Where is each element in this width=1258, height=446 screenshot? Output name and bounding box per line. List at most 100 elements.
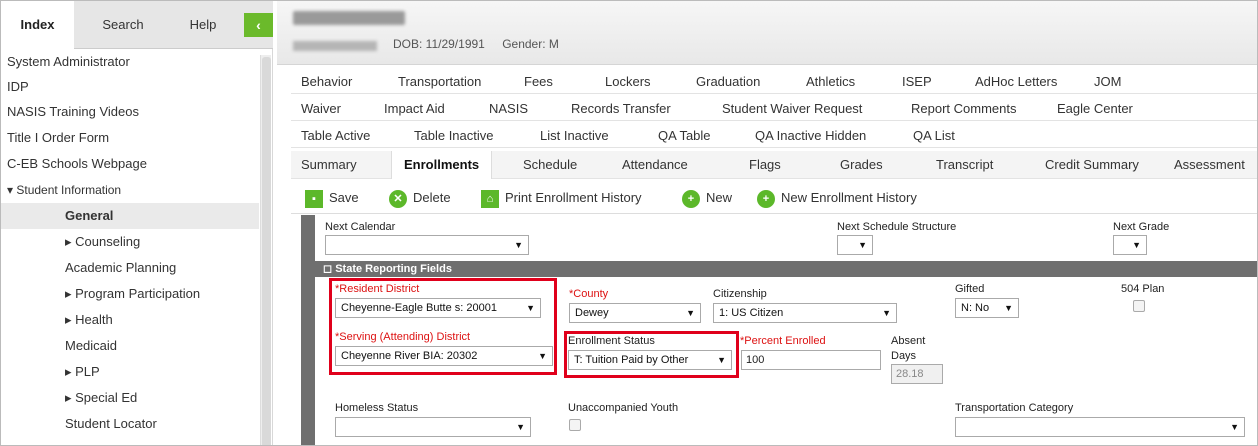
- tab-schedule[interactable]: Schedule: [523, 151, 577, 179]
- sidebar-item-idp[interactable]: IDP: [1, 75, 259, 99]
- percent-enrolled-label: *Percent Enrolled: [740, 335, 826, 347]
- tab-report-comments[interactable]: Report Comments: [911, 96, 1016, 121]
- tab-transcript[interactable]: Transcript: [936, 151, 993, 179]
- tab-qa-table[interactable]: QA Table: [658, 123, 711, 148]
- unaccompanied-youth-checkbox[interactable]: [569, 419, 581, 431]
- student-name-redacted: [293, 11, 405, 25]
- tab-grades[interactable]: Grades: [840, 151, 883, 179]
- next-grade-select[interactable]: ▼: [1113, 235, 1147, 255]
- sidebar-scroll-thumb[interactable]: [262, 57, 271, 445]
- gifted-select[interactable]: N: No ▼: [955, 298, 1019, 318]
- tab-assessment[interactable]: Assessment: [1174, 151, 1245, 179]
- tab-help[interactable]: Help: [173, 1, 233, 49]
- tab-isep[interactable]: ISEP: [902, 69, 932, 94]
- sidebar-scrollbar[interactable]: [260, 55, 271, 445]
- sidebar-nav: System Administrator IDP NASIS Training …: [1, 49, 259, 437]
- student-gender: Gender: M: [502, 37, 559, 51]
- save-icon: ▪: [305, 189, 323, 208]
- homeless-status-select[interactable]: ▼: [335, 417, 531, 437]
- tab-jom[interactable]: JOM: [1094, 69, 1121, 94]
- sidebar-item-program-participation[interactable]: ▸ Program Participation: [1, 281, 259, 307]
- sidebar-item-general[interactable]: General: [1, 203, 259, 229]
- citizenship-select[interactable]: 1: US Citizen ▼: [713, 303, 897, 323]
- next-schedule-structure-select[interactable]: ▼: [837, 235, 873, 255]
- save-label: Save: [329, 190, 359, 205]
- chevron-down-icon: ▼: [516, 422, 525, 432]
- sidebar-item-academic-planning[interactable]: Academic Planning: [1, 255, 259, 281]
- next-calendar-label: Next Calendar: [325, 221, 396, 233]
- tab-qa-inactive-hidden[interactable]: QA Inactive Hidden: [755, 123, 866, 148]
- tab-row-main: Summary Enrollments Schedule Attendance …: [291, 151, 1257, 179]
- tab-fees[interactable]: Fees: [524, 69, 553, 94]
- tab-qa-list[interactable]: QA List: [913, 123, 955, 148]
- form-container: Next Calendar ▼ Next Schedule Structure …: [301, 215, 1257, 445]
- transportation-category-label: Transportation Category: [955, 402, 1074, 414]
- tab-credit-summary[interactable]: Credit Summary: [1045, 151, 1139, 179]
- tab-records-transfer[interactable]: Records Transfer: [571, 96, 671, 121]
- sidebar-item-medicaid[interactable]: Medicaid: [1, 333, 259, 359]
- sidebar-item-title-i-order-form[interactable]: Title I Order Form: [1, 125, 259, 151]
- chevron-down-icon: ▼: [1004, 303, 1013, 313]
- tab-list-inactive[interactable]: List Inactive: [540, 123, 609, 148]
- sidebar: Index Search Help ‹ System Administrator…: [1, 1, 273, 445]
- chevron-down-icon: ▼: [858, 240, 867, 250]
- save-button[interactable]: ▪ Save: [305, 188, 359, 208]
- chevron-down-icon: ▼: [514, 240, 523, 250]
- unaccompanied-youth-label: Unaccompanied Youth: [568, 402, 679, 414]
- sidebar-item-special-ed[interactable]: ▸ Special Ed: [1, 385, 259, 411]
- tab-adhoc-letters[interactable]: AdHoc Letters: [975, 69, 1057, 94]
- student-meta: DOB: 11/29/1991 Gender: M: [393, 37, 573, 51]
- plus-icon: +: [757, 189, 775, 208]
- print-enrollment-history-button[interactable]: ⌂ Print Enrollment History: [481, 188, 642, 208]
- chevron-down-icon: ▼: [882, 308, 891, 318]
- tab-enrollments[interactable]: Enrollments: [391, 151, 493, 179]
- gifted-value: N: No: [961, 302, 990, 314]
- sidebar-item-ceb-schools-webpage[interactable]: C-EB Schools Webpage: [1, 151, 259, 177]
- tab-student-waiver-request[interactable]: Student Waiver Request: [722, 96, 862, 121]
- new-button[interactable]: + New: [682, 188, 732, 208]
- sidebar-item-plp[interactable]: ▸ PLP: [1, 359, 259, 385]
- county-select[interactable]: Dewey ▼: [569, 303, 701, 323]
- new-enrollment-history-label: New Enrollment History: [781, 190, 917, 205]
- tab-nasis[interactable]: NASIS: [489, 96, 528, 121]
- state-reporting-fields-header[interactable]: ◻ State Reporting Fields: [315, 261, 1257, 277]
- student-id-redacted: [293, 41, 377, 51]
- tab-search[interactable]: Search: [91, 1, 155, 49]
- absent-days-field: 28.18: [891, 364, 943, 384]
- percent-enrolled-input[interactable]: 100: [741, 350, 881, 370]
- tab-summary[interactable]: Summary: [301, 151, 357, 179]
- next-calendar-select[interactable]: ▼: [325, 235, 529, 255]
- student-dob: DOB: 11/29/1991: [393, 37, 485, 51]
- absent-days-label-line2: Days: [891, 350, 917, 362]
- chevron-left-icon[interactable]: ‹: [244, 13, 273, 37]
- tab-impact-aid[interactable]: Impact Aid: [384, 96, 445, 121]
- transportation-category-select[interactable]: ▼: [955, 417, 1245, 437]
- 504-plan-checkbox[interactable]: [1133, 300, 1145, 312]
- chevron-down-icon: ▼: [1132, 240, 1141, 250]
- tab-behavior[interactable]: Behavior: [301, 69, 352, 94]
- tab-index[interactable]: Index: [1, 1, 74, 49]
- tab-waiver[interactable]: Waiver: [301, 96, 341, 121]
- tab-table-active[interactable]: Table Active: [301, 123, 370, 148]
- tab-flags[interactable]: Flags: [749, 151, 781, 179]
- 504-plan-label: 504 Plan: [1121, 283, 1165, 295]
- citizenship-label: Citizenship: [713, 288, 767, 300]
- sidebar-item-health[interactable]: ▸ Health: [1, 307, 259, 333]
- sidebar-item-nasis-training-videos[interactable]: NASIS Training Videos: [1, 99, 259, 125]
- sidebar-item-counseling[interactable]: ▸ Counseling: [1, 229, 259, 255]
- sidebar-item-system-administrator[interactable]: System Administrator: [1, 49, 259, 75]
- tab-lockers[interactable]: Lockers: [605, 69, 651, 94]
- delete-button[interactable]: ✕ Delete: [389, 188, 451, 208]
- sidebar-item-student-locator[interactable]: Student Locator: [1, 411, 259, 437]
- tab-athletics[interactable]: Athletics: [806, 69, 855, 94]
- new-enrollment-history-button[interactable]: + New Enrollment History: [757, 188, 917, 208]
- sidebar-item-student-information[interactable]: ▾ Student Information: [1, 177, 259, 203]
- next-schedule-structure-label: Next Schedule Structure: [837, 221, 957, 233]
- tab-table-inactive[interactable]: Table Inactive: [414, 123, 494, 148]
- citizenship-value: 1: US Citizen: [719, 307, 784, 319]
- tab-eagle-center[interactable]: Eagle Center: [1057, 96, 1133, 121]
- tab-row-2: Waiver Impact Aid NASIS Records Transfer…: [291, 96, 1257, 121]
- tab-graduation[interactable]: Graduation: [696, 69, 760, 94]
- tab-attendance[interactable]: Attendance: [622, 151, 688, 179]
- tab-transportation[interactable]: Transportation: [398, 69, 481, 94]
